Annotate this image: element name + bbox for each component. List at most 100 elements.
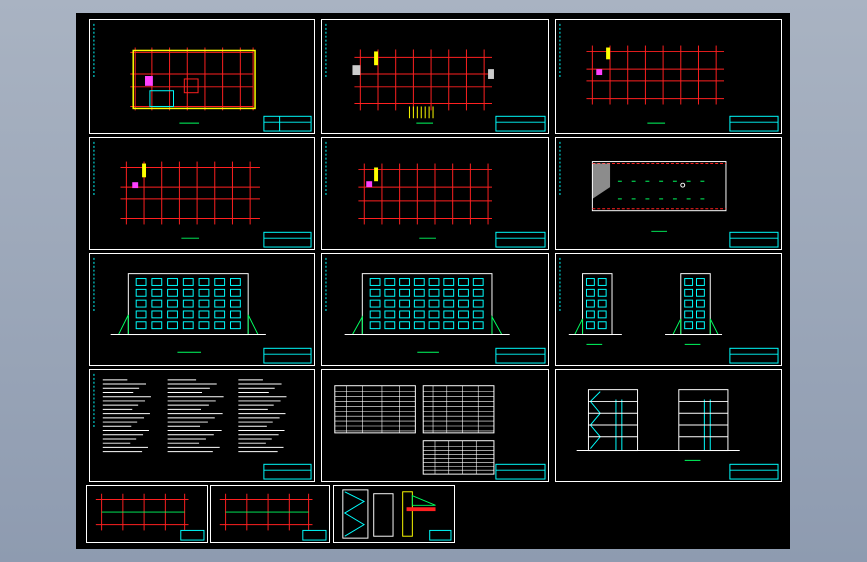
sheet-third-floor-plan[interactable] xyxy=(555,19,782,134)
window-glyph xyxy=(696,299,705,308)
sheet-design-notes[interactable] xyxy=(89,369,315,482)
window-glyph xyxy=(458,278,469,286)
window-glyph xyxy=(413,288,425,297)
window-glyph xyxy=(428,321,440,330)
window-glyph xyxy=(135,278,147,286)
window-glyph xyxy=(229,288,241,297)
window-glyph xyxy=(413,278,425,286)
window-glyph xyxy=(198,278,210,286)
sheet-front-elevation[interactable] xyxy=(89,253,315,366)
window-glyph xyxy=(585,321,595,330)
sheet-rear-elevation[interactable] xyxy=(321,253,549,366)
window-glyph xyxy=(135,288,147,297)
window-glyph xyxy=(384,310,396,319)
window-glyph xyxy=(684,288,694,297)
window-glyph xyxy=(597,288,607,297)
window-glyph xyxy=(229,278,241,286)
window-glyph xyxy=(229,321,241,330)
floor-plan-drawing xyxy=(325,23,546,132)
window-glyph xyxy=(151,310,163,319)
window-glyph xyxy=(229,299,241,308)
window-glyph xyxy=(696,288,705,297)
window-glyph xyxy=(597,278,607,286)
structural-drawing xyxy=(219,493,327,541)
window-glyph xyxy=(684,299,694,308)
sheet-building-sections[interactable] xyxy=(555,369,782,482)
window-glyph xyxy=(214,321,226,330)
window-glyph xyxy=(597,299,607,308)
floor-plan-drawing xyxy=(325,141,546,248)
window-glyph xyxy=(369,299,381,308)
window-glyph xyxy=(428,278,440,286)
window-glyph xyxy=(413,321,425,330)
window-glyph xyxy=(458,321,469,330)
floor-plan-drawing xyxy=(93,23,312,132)
window-glyph xyxy=(214,299,226,308)
window-glyph xyxy=(428,299,440,308)
sheet-beam-plan[interactable] xyxy=(210,485,330,543)
window-glyph xyxy=(214,278,226,286)
window-glyph xyxy=(151,288,163,297)
window-glyph xyxy=(399,278,410,286)
window-glyph xyxy=(151,321,163,330)
window-glyph xyxy=(182,278,194,286)
sheet-roof-plan[interactable] xyxy=(555,137,782,250)
window-glyph xyxy=(443,321,455,330)
notes-drawing xyxy=(93,373,312,480)
window-glyph xyxy=(472,278,484,286)
sheet-fifth-floor-plan[interactable] xyxy=(321,137,549,250)
elevation-drawing xyxy=(325,257,546,364)
sheet-stair-details[interactable] xyxy=(333,485,455,543)
window-glyph xyxy=(428,288,440,297)
window-glyph xyxy=(458,299,469,308)
sheet-side-elevations[interactable] xyxy=(555,253,782,366)
window-glyph xyxy=(384,299,396,308)
window-glyph xyxy=(472,310,484,319)
window-glyph xyxy=(585,310,595,319)
window-glyph xyxy=(167,288,178,297)
window-glyph xyxy=(458,288,469,297)
window-glyph xyxy=(428,310,440,319)
sheet-first-floor-plan[interactable] xyxy=(89,19,315,134)
window-glyph xyxy=(684,310,694,319)
sheet-schedules[interactable] xyxy=(321,369,549,482)
window-glyph xyxy=(229,310,241,319)
window-glyph xyxy=(399,310,410,319)
section-drawing xyxy=(576,389,779,480)
window-glyph xyxy=(472,288,484,297)
window-glyph xyxy=(413,299,425,308)
window-glyph xyxy=(151,278,163,286)
window-glyph xyxy=(214,288,226,297)
window-glyph xyxy=(443,310,455,319)
side-elevation-drawing xyxy=(559,257,779,364)
window-glyph xyxy=(135,310,147,319)
sheet-fourth-floor-plan[interactable] xyxy=(89,137,315,250)
cad-drawing-canvas[interactable] xyxy=(76,13,790,549)
window-glyph xyxy=(684,278,694,286)
window-glyph xyxy=(413,310,425,319)
window-glyph xyxy=(585,299,595,308)
sheet-foundation-plan[interactable] xyxy=(86,485,208,543)
window-glyph xyxy=(597,321,607,330)
window-glyph xyxy=(384,288,396,297)
window-glyph xyxy=(585,278,595,286)
window-glyph xyxy=(585,288,595,297)
window-glyph xyxy=(696,321,705,330)
window-glyph xyxy=(198,299,210,308)
floor-plan-drawing xyxy=(93,141,312,248)
window-glyph xyxy=(399,288,410,297)
window-glyph xyxy=(182,310,194,319)
window-glyph xyxy=(399,321,410,330)
window-glyph xyxy=(597,310,607,319)
sheet-second-floor-plan[interactable] xyxy=(321,19,549,134)
window-glyph xyxy=(167,299,178,308)
window-glyph xyxy=(369,310,381,319)
window-glyph xyxy=(369,288,381,297)
window-glyph xyxy=(384,321,396,330)
window-glyph xyxy=(198,321,210,330)
window-glyph xyxy=(135,299,147,308)
window-glyph xyxy=(198,310,210,319)
window-glyph xyxy=(472,321,484,330)
window-glyph xyxy=(443,288,455,297)
window-glyph xyxy=(198,288,210,297)
